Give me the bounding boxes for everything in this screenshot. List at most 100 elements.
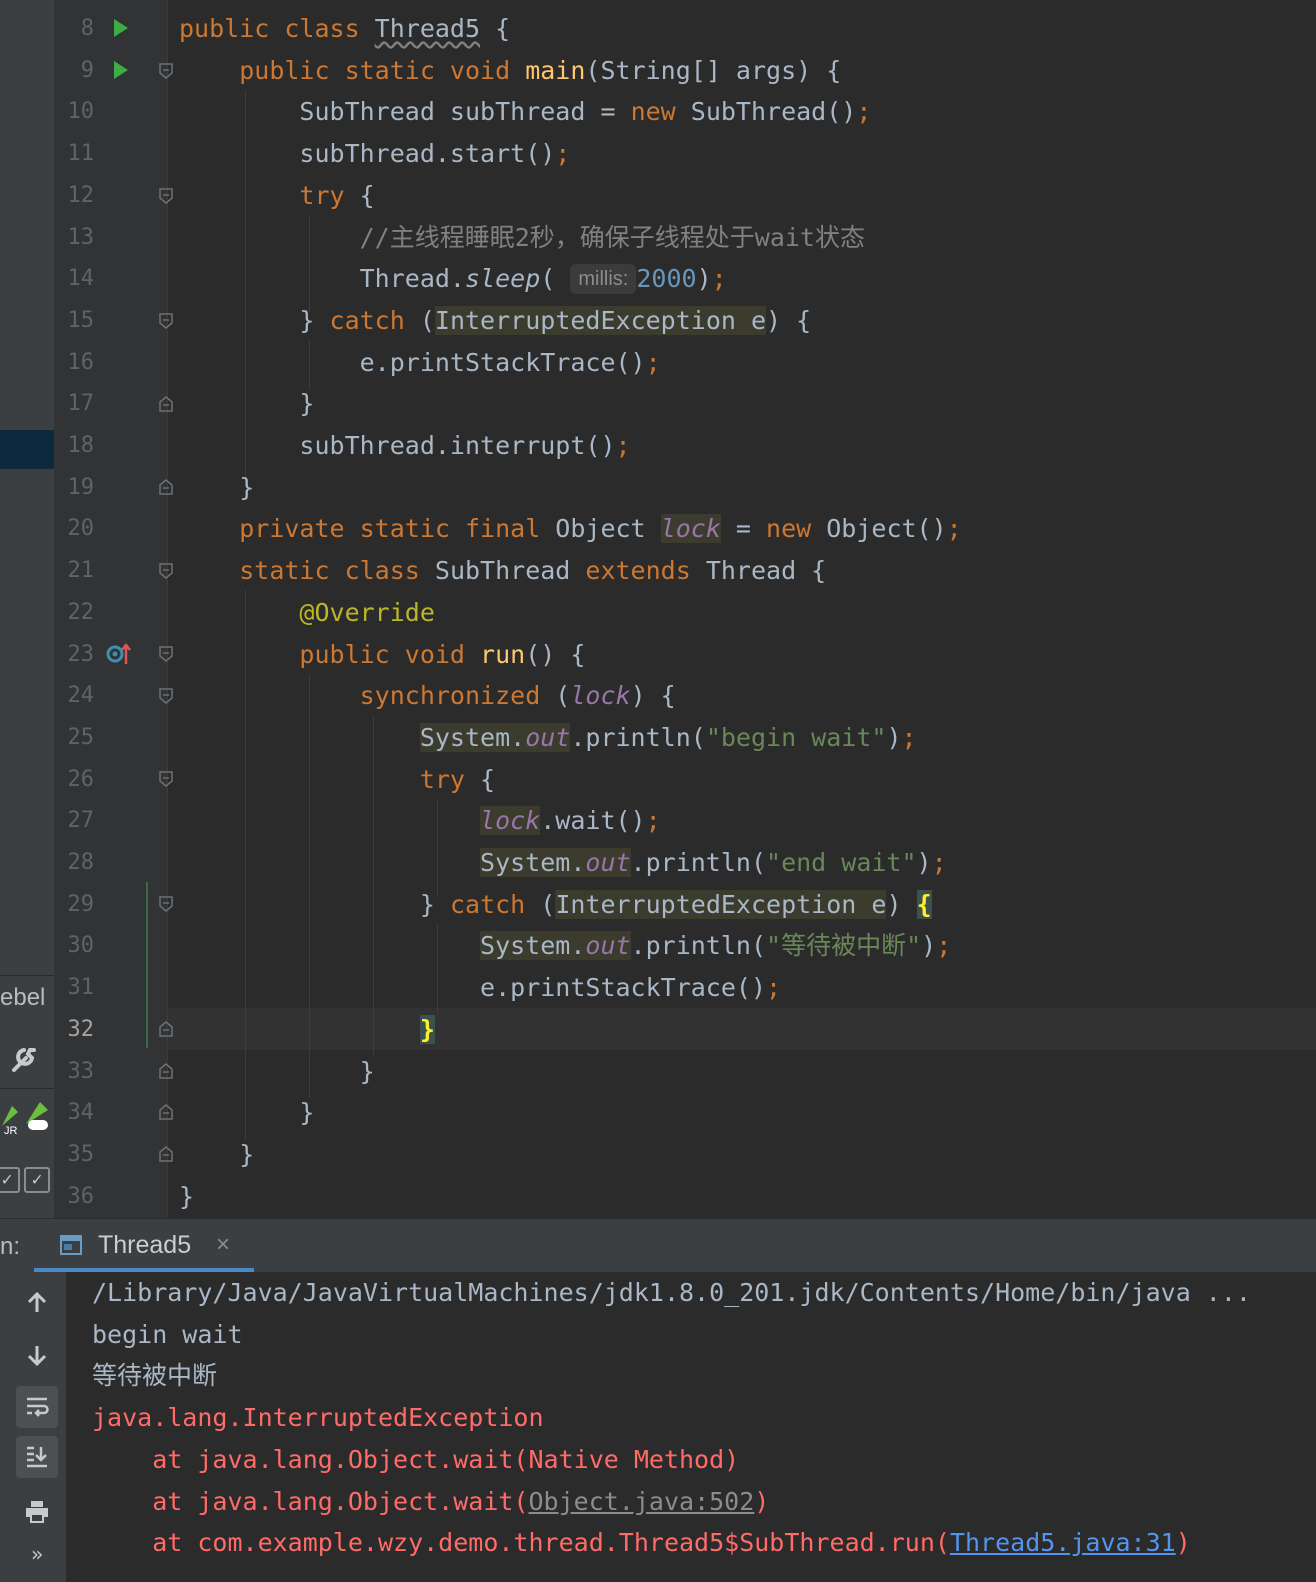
- line-number[interactable]: 29: [54, 884, 95, 926]
- line-number[interactable]: 8: [54, 8, 94, 50]
- line-number[interactable]: 30: [54, 925, 95, 967]
- code-line-11[interactable]: subThread.start();: [179, 133, 570, 175]
- code-editor[interactable]: 8 9 10 11 12 13 14 15 16 17 18 19 20 21 …: [54, 0, 1316, 1218]
- fold-icon[interactable]: [158, 313, 174, 329]
- code-line-20[interactable]: private static final Object lock = new O…: [179, 508, 962, 550]
- line-number[interactable]: 10: [54, 91, 95, 133]
- code-line-24[interactable]: synchronized (lock) {: [179, 675, 676, 717]
- line-number[interactable]: 24: [54, 675, 95, 717]
- checkbox-icon[interactable]: ✓: [24, 1167, 50, 1193]
- code-line-21[interactable]: static class SubThread extends Thread {: [179, 550, 826, 592]
- line-number[interactable]: 17: [54, 383, 95, 425]
- code-line-25[interactable]: System.out.println("begin wait");: [179, 717, 917, 759]
- code-line-10[interactable]: SubThread subThread = new SubThread();: [179, 91, 871, 133]
- fold-icon[interactable]: [158, 63, 174, 79]
- console-command-line: /Library/Java/JavaVirtualMachines/jdk1.8…: [92, 1278, 1251, 1307]
- code-line-14[interactable]: Thread.sleep( millis: 2000);: [179, 258, 727, 300]
- code-line-35[interactable]: }: [179, 1134, 254, 1176]
- close-icon[interactable]: ×: [216, 1231, 230, 1259]
- code-line-33[interactable]: }: [179, 1051, 375, 1093]
- code-line-17[interactable]: }: [179, 383, 314, 425]
- scroll-to-end-button[interactable]: [16, 1436, 58, 1478]
- line-number[interactable]: 21: [54, 550, 95, 592]
- code-line-22[interactable]: @Override: [179, 592, 434, 634]
- project-selection-highlight: [0, 430, 54, 469]
- line-number[interactable]: 14: [54, 258, 95, 300]
- code-line-13[interactable]: //主线程睡眠2秒，确保子线程处于wait状态: [179, 217, 865, 259]
- svg-text:JR: JR: [4, 1125, 18, 1137]
- code-line-36[interactable]: }: [179, 1176, 194, 1218]
- fold-end-icon[interactable]: [158, 479, 174, 495]
- print-button[interactable]: [16, 1490, 58, 1532]
- line-number[interactable]: 9: [54, 50, 94, 92]
- line-number[interactable]: 28: [54, 842, 95, 884]
- code-line-19[interactable]: }: [179, 467, 254, 509]
- fold-end-icon[interactable]: [158, 1104, 174, 1120]
- line-number[interactable]: 22: [54, 592, 95, 634]
- checkbox-icon[interactable]: ✓: [0, 1167, 20, 1193]
- run-main-icon[interactable]: [114, 61, 128, 79]
- line-number[interactable]: 11: [54, 133, 95, 175]
- parameter-hint: millis:: [570, 264, 637, 295]
- line-number[interactable]: 18: [54, 425, 95, 467]
- divider: [0, 1088, 54, 1089]
- change-marker[interactable]: [146, 882, 148, 1048]
- fold-end-icon[interactable]: [158, 1063, 174, 1079]
- code-line-27[interactable]: lock.wait();: [179, 800, 661, 842]
- scroll-up-button[interactable]: [16, 1282, 58, 1324]
- source-link[interactable]: Object.java:502: [529, 1487, 755, 1516]
- code-line-15[interactable]: } catch (InterruptedException e) {: [179, 300, 811, 342]
- code-line-34[interactable]: }: [179, 1092, 314, 1134]
- soft-wrap-button[interactable]: [16, 1386, 58, 1428]
- jrebel-icon[interactable]: JR: [0, 1098, 54, 1138]
- code-line-9[interactable]: public static void main(String[] args) {: [179, 50, 841, 92]
- fold-icon[interactable]: [158, 688, 174, 704]
- run-panel-header: n: Thread5 ×: [0, 1218, 1316, 1273]
- line-number[interactable]: 27: [54, 800, 95, 842]
- console-output[interactable]: /Library/Java/JavaVirtualMachines/jdk1.8…: [66, 1272, 1316, 1582]
- wrench-icon[interactable]: [6, 1040, 42, 1076]
- fold-icon[interactable]: [158, 563, 174, 579]
- line-number[interactable]: 12: [54, 175, 95, 217]
- source-link[interactable]: Thread5.java:31: [950, 1528, 1176, 1557]
- fold-icon[interactable]: [158, 188, 174, 204]
- fold-icon[interactable]: [158, 771, 174, 787]
- line-number[interactable]: 35: [54, 1134, 95, 1176]
- code-line-28[interactable]: System.out.println("end wait");: [179, 842, 947, 884]
- fold-end-icon[interactable]: [158, 396, 174, 412]
- line-number[interactable]: 13: [54, 217, 95, 259]
- scroll-down-button[interactable]: [16, 1334, 58, 1376]
- stack-trace-line: at com.example.wzy.demo.thread.Thread5$S…: [92, 1528, 1191, 1558]
- tab-thread5[interactable]: Thread5 ×: [34, 1219, 254, 1273]
- fold-icon[interactable]: [158, 646, 174, 662]
- fold-end-icon[interactable]: [158, 1146, 174, 1162]
- line-number-current[interactable]: 32: [54, 1009, 95, 1051]
- line-number[interactable]: 19: [54, 467, 95, 509]
- code-line-30[interactable]: System.out.println("等待被中断");: [179, 925, 951, 967]
- line-number[interactable]: 23: [54, 634, 95, 676]
- fold-icon[interactable]: [158, 896, 174, 912]
- code-line-12[interactable]: try {: [179, 175, 374, 217]
- fold-end-icon[interactable]: [158, 1021, 174, 1037]
- line-number[interactable]: 26: [54, 759, 95, 801]
- run-class-icon[interactable]: [114, 19, 128, 37]
- more-button[interactable]: »: [16, 1534, 58, 1576]
- code-line-29[interactable]: } catch (InterruptedException e) {: [179, 884, 932, 926]
- line-number[interactable]: 16: [54, 342, 95, 384]
- code-line-26[interactable]: try {: [179, 759, 495, 801]
- code-line-8[interactable]: public class Thread5 {: [179, 8, 510, 50]
- arrow-down-icon: [27, 1346, 47, 1367]
- code-line-32[interactable]: }: [179, 1009, 435, 1051]
- override-method-icon[interactable]: [106, 642, 132, 666]
- line-number[interactable]: 36: [54, 1176, 95, 1218]
- line-number[interactable]: 20: [54, 508, 95, 550]
- line-number[interactable]: 34: [54, 1092, 95, 1134]
- line-number[interactable]: 33: [54, 1051, 95, 1093]
- line-number[interactable]: 15: [54, 300, 95, 342]
- line-number[interactable]: 25: [54, 717, 95, 759]
- code-line-18[interactable]: subThread.interrupt();: [179, 425, 630, 467]
- code-line-23[interactable]: public void run() {: [179, 634, 585, 676]
- line-number[interactable]: 31: [54, 967, 95, 1009]
- code-line-16[interactable]: e.printStackTrace();: [179, 342, 661, 384]
- code-line-31[interactable]: e.printStackTrace();: [179, 967, 781, 1009]
